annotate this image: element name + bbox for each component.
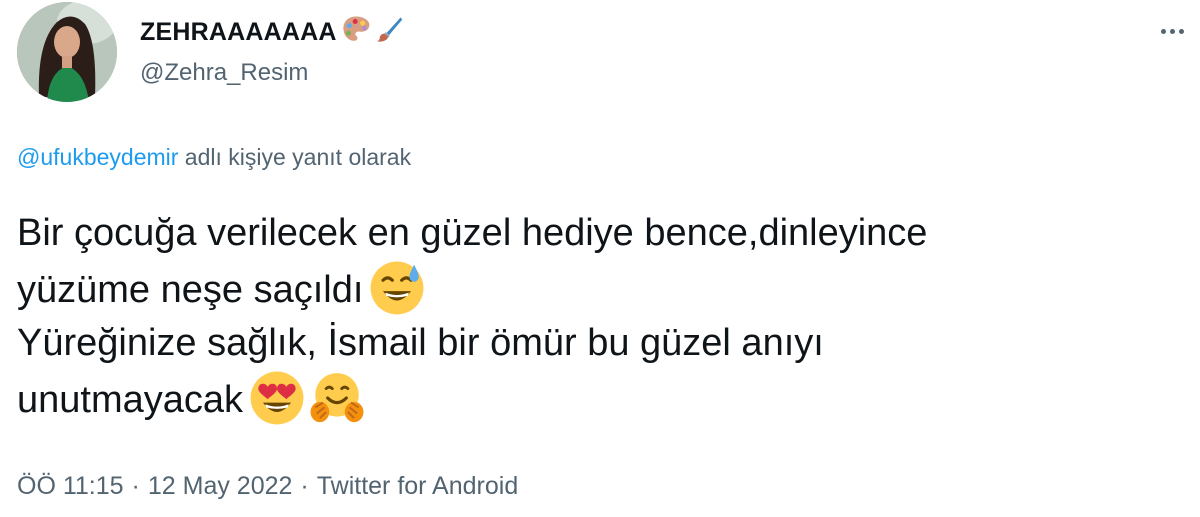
reply-mention-link[interactable]: @ufukbeydemir (17, 144, 178, 170)
artist-palette-emoji (341, 14, 371, 51)
reply-context: @ufukbeydemir adlı kişiye yanıt olarak (17, 144, 411, 171)
avatar-photo (17, 2, 117, 102)
display-name[interactable]: ZEHRAAAAAAA (140, 14, 403, 51)
tweet-line: Bir çocuğa verilecek en güzel hediye ben… (17, 212, 928, 254)
more-dot-icon (1178, 28, 1184, 34)
more-options-button[interactable] (1152, 18, 1192, 44)
more-dot-icon (1160, 28, 1166, 34)
tweet-text: Bir çocuğa verilecek en güzel hediye ben… (17, 207, 1187, 427)
grinning-sweat-emoji (369, 260, 425, 316)
meta-separator: · (300, 472, 309, 500)
tweet-card: ZEHRAAAAAAA @Zehra_Resim @ufukbeydemir a… (0, 0, 1200, 517)
paintbrush-emoji (375, 14, 403, 51)
avatar[interactable] (17, 2, 117, 102)
more-dot-icon (1169, 28, 1175, 34)
tweet-line-with-emoji: yüzüme neşe saçıldı (17, 260, 1187, 317)
tweet-line-with-emoji: unutmayacak (17, 370, 1187, 427)
reply-context-text: adlı kişiye yanıt olarak (178, 144, 412, 170)
tweet-time[interactable]: ÖÖ 11:15 (17, 472, 124, 500)
tweet-line: unutmayacak (17, 379, 244, 421)
tweet-line: Yüreğinize sağlık, İsmail bir ömür bu gü… (17, 322, 824, 364)
meta-separator: · (131, 472, 140, 500)
user-handle[interactable]: @Zehra_Resim (140, 59, 308, 87)
heart-eyes-emoji (249, 370, 305, 426)
tweet-date[interactable]: 12 May 2022 (148, 472, 293, 500)
tweet-line: yüzüme neşe saçıldı (17, 269, 364, 311)
hugging-face-emoji (309, 370, 365, 426)
tweet-client[interactable]: Twitter for Android (317, 472, 518, 500)
tweet-meta: ÖÖ 11:15 · 12 May 2022 · Twitter for Android (17, 472, 518, 501)
display-name-text: ZEHRAAAAAAA (140, 18, 337, 46)
